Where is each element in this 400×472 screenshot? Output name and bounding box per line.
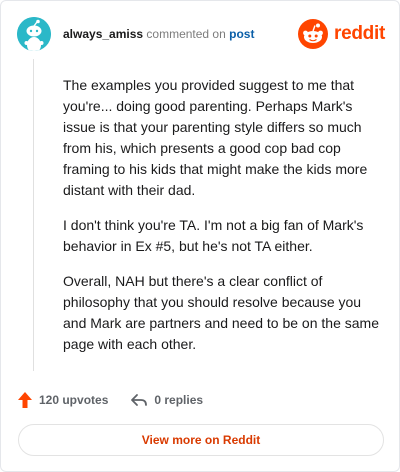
avatar[interactable] xyxy=(17,17,51,51)
reddit-brand[interactable]: reddit xyxy=(298,19,385,49)
comment-meta: always_amiss commented on post xyxy=(63,26,254,42)
upvote-count: 120 upvotes xyxy=(39,393,109,407)
username[interactable]: always_amiss xyxy=(63,27,143,41)
comment-paragraph-3: Overall, NAH but there's a clear conflic… xyxy=(63,273,379,352)
comment-body: The examples you provided suggest to me … xyxy=(63,75,381,369)
brand-wordmark: reddit xyxy=(334,23,385,44)
reddit-logo-icon xyxy=(298,19,329,49)
comment-actions: 120 upvotes 0 replies xyxy=(17,389,225,411)
comment-paragraph-1: The examples you provided suggest to me … xyxy=(63,77,368,198)
snoo-avatar-icon xyxy=(17,17,51,51)
comment-paragraph-2: I don't think you're TA. I'm not a big f… xyxy=(63,217,364,254)
post-link[interactable]: post xyxy=(229,27,254,41)
upvote-button[interactable]: 120 upvotes xyxy=(17,391,108,409)
comment-header: always_amiss commented on post reddit xyxy=(17,17,385,51)
reply-count: 0 replies xyxy=(154,393,204,407)
upvote-arrow-icon xyxy=(18,392,32,408)
reply-arrow-icon xyxy=(131,394,148,406)
reply-button[interactable]: 0 replies xyxy=(130,392,203,408)
comment-embed-card: always_amiss commented on post reddit Th… xyxy=(0,0,400,472)
view-more-button[interactable]: View more on Reddit xyxy=(18,424,384,456)
action-text: commented on xyxy=(146,27,226,41)
thread-line[interactable] xyxy=(33,59,34,371)
